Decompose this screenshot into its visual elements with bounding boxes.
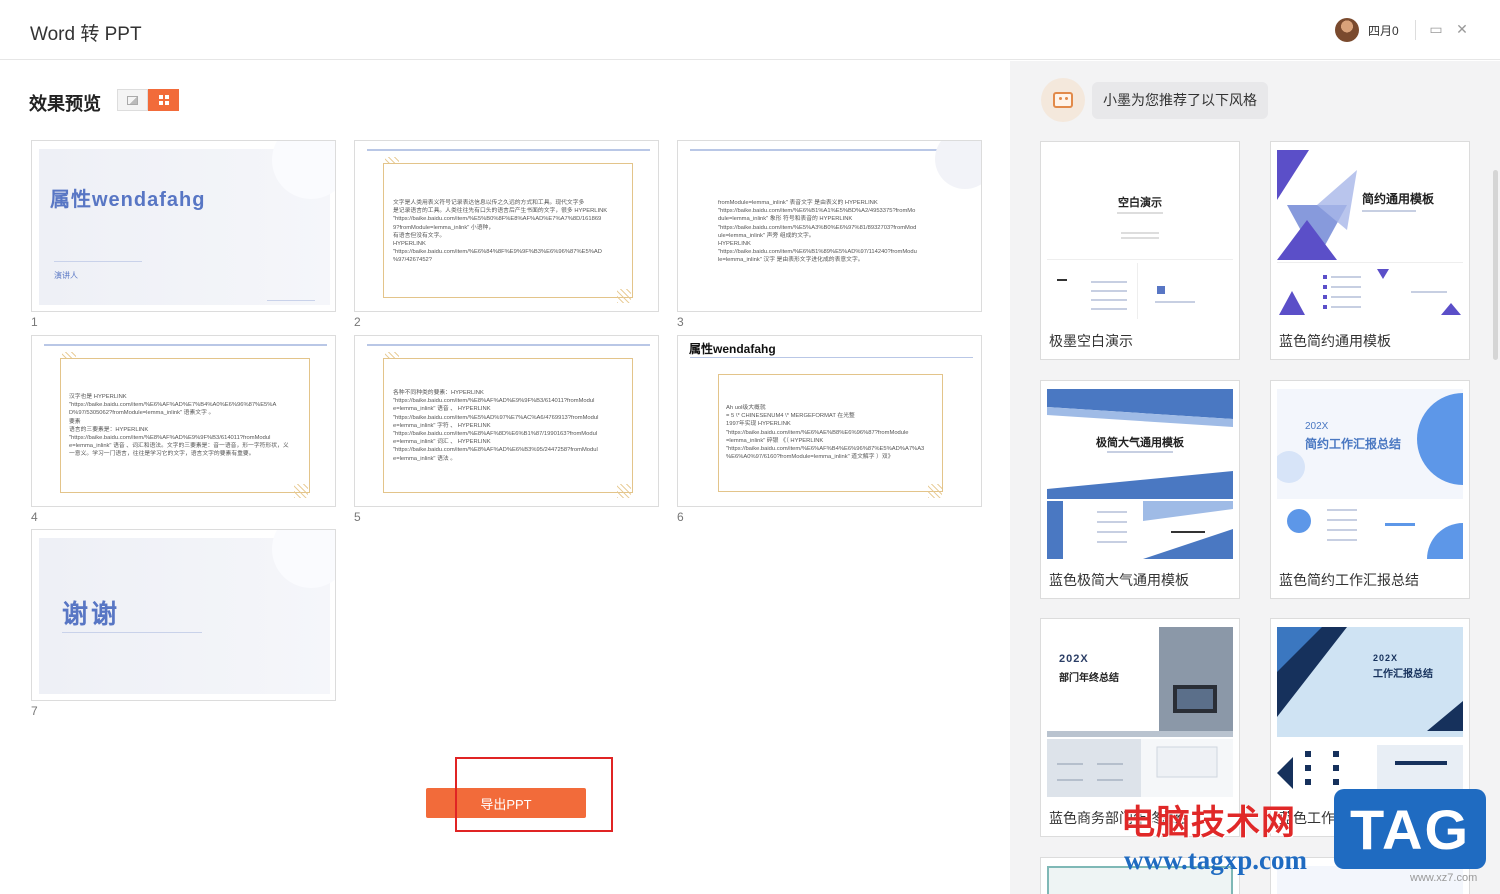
highlight-annotation: [455, 757, 613, 832]
slide-number: 2: [354, 315, 361, 329]
slide-thumbnail-3[interactable]: fromModule=lemma_inlink" 表音文字 是由表义的 HYPE…: [677, 140, 982, 312]
slide-body-text: 汉字也是 HYPERLINK "https://baike.baidu.com/…: [69, 394, 289, 458]
minimize-icon[interactable]: ▭: [1426, 19, 1446, 39]
user-avatar[interactable]: [1335, 18, 1359, 42]
template-thumbnail: 极简大气通用模板: [1047, 389, 1233, 559]
slide-thumbnail-1[interactable]: 属性wendafahg 演讲人: [31, 140, 336, 312]
slide-speaker: 演讲人: [54, 271, 78, 280]
slide-thumbnail-5[interactable]: 各种不同种类的要素：HYPERLINK "https://baike.baidu…: [354, 335, 659, 507]
slide-body-text: 各种不同种类的要素：HYPERLINK "https://baike.baidu…: [393, 390, 599, 462]
slide-number: 3: [677, 315, 684, 329]
thumb-title: 空白演示: [1118, 197, 1162, 209]
thumb-title: 工作汇报总结: [1373, 669, 1433, 680]
template-label: 蓝色简约通用模板: [1279, 333, 1391, 349]
slide-number: 7: [31, 704, 38, 718]
template-art: [1277, 627, 1463, 737]
template-card-4[interactable]: 202X 简约工作汇报总结 蓝色简约工作汇报总结: [1270, 380, 1470, 599]
grid-view-button[interactable]: [148, 89, 179, 111]
scrollbar[interactable]: [1493, 170, 1498, 360]
tag-text: TAG: [1349, 797, 1471, 861]
slide-title: 谢谢: [62, 599, 121, 629]
slide-body-text: 文字是人类用表义符号记录表达信息以传之久远的方式和工具。现代文字多 是记录语言的…: [393, 200, 608, 264]
assistant-avatar: [1041, 78, 1085, 122]
robot-icon: [1053, 92, 1073, 108]
title-bar: Word 转 PPT 四月0 ▭ ✕: [0, 0, 1500, 60]
template-label: 蓝色极简大气通用模板: [1049, 572, 1189, 588]
thumb-year: 202X: [1305, 421, 1329, 432]
slide-number: 5: [354, 510, 361, 524]
assistant-message: 小墨为您推荐了以下风格: [1092, 82, 1268, 119]
slide-body-text: Ah uol级大概就 = 5 \* CHINESENUM4 \* MERGEFO…: [726, 405, 925, 461]
tag-logo-watermark: TAG: [1334, 789, 1486, 869]
slide-number: 6: [677, 510, 684, 524]
url-watermark: www.tagxp.com: [1124, 845, 1307, 875]
thumb-title: 极简大气通用模板: [1096, 437, 1184, 449]
template-label: 蓝色简约工作汇报总结: [1279, 572, 1419, 588]
slide-background: [39, 141, 335, 305]
close-icon[interactable]: ✕: [1452, 19, 1472, 39]
template-card-3[interactable]: 极简大气通用模板 蓝色极简大气通用模板: [1040, 380, 1240, 599]
single-view-button[interactable]: [117, 89, 148, 111]
slide-thumbnail-2[interactable]: 文字是人类用表义符号记录表达信息以传之久远的方式和工具。现代文字多 是记录语言的…: [354, 140, 659, 312]
template-thumbnail: 202X 简约工作汇报总结: [1277, 389, 1463, 559]
slide-thumbnail-7[interactable]: 谢谢: [31, 529, 336, 701]
view-toggle: [117, 89, 179, 111]
thumb-title: 部门年终总结: [1059, 673, 1119, 684]
slide-title: 属性wendafahg: [689, 342, 776, 356]
template-thumbnail: 空白演示: [1047, 150, 1233, 320]
user-name[interactable]: 四月0: [1368, 22, 1399, 39]
preview-heading: 效果预览: [29, 94, 101, 114]
grid-icon: [158, 95, 169, 105]
thumb-year: 202X: [1373, 653, 1399, 663]
image-icon: [127, 95, 138, 105]
template-card-2[interactable]: 简约通用模板 蓝色简约通用模板: [1270, 141, 1470, 360]
titlebar-divider: [1415, 20, 1416, 40]
thumb-year: 202X: [1059, 653, 1089, 665]
slide-title: 属性wendafahg: [50, 189, 206, 211]
template-thumbnail: 简约通用模板: [1277, 150, 1463, 320]
template-thumbnail: 202X 工作汇报总结: [1277, 627, 1463, 797]
slide-thumbnail-6[interactable]: 属性wendafahg Ah uol级大概就 = 5 \* CHINESENUM…: [677, 335, 982, 507]
window-title: Word 转 PPT: [30, 24, 142, 45]
slide-number: 1: [31, 315, 38, 329]
slide-thumbnail-4[interactable]: 汉字也是 HYPERLINK "https://baike.baidu.com/…: [31, 335, 336, 507]
template-label: 极墨空白演示: [1049, 333, 1133, 349]
thumb-title: 简约工作汇报总结: [1305, 437, 1402, 451]
slide-body-text: fromModule=lemma_inlink" 表音文字 是由表义的 HYPE…: [718, 200, 917, 264]
slide-number: 4: [31, 510, 38, 524]
sub-watermark: www.xz7.com: [1410, 872, 1478, 884]
thumb-title: 简约通用模板: [1362, 192, 1435, 206]
site-watermark: 电脑技术网: [1121, 804, 1296, 842]
template-card-1[interactable]: 空白演示 极墨空白演示: [1040, 141, 1240, 360]
template-thumbnail: 202X 部门年终总结: [1047, 627, 1233, 797]
